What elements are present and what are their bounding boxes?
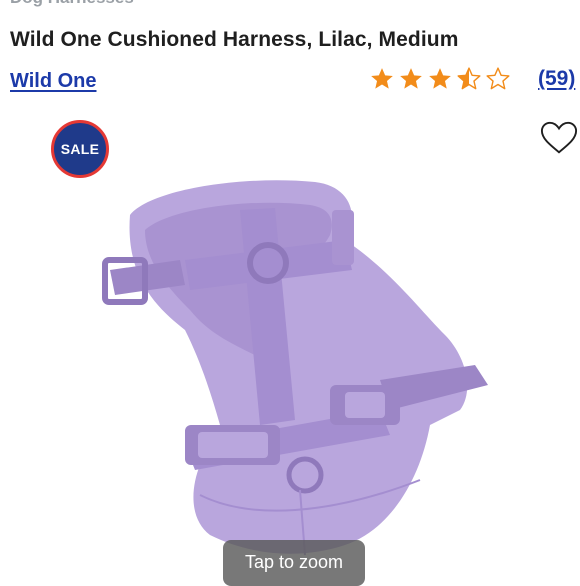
star-full-icon bbox=[400, 68, 422, 89]
heart-outline-icon[interactable] bbox=[540, 120, 578, 156]
star-full-icon bbox=[371, 68, 393, 89]
product-title: Wild One Cushioned Harness, Lilac, Mediu… bbox=[10, 28, 459, 51]
brand-link[interactable]: Wild One bbox=[10, 70, 96, 93]
breadcrumb[interactable]: Dog Harnesses bbox=[10, 0, 134, 8]
star-half-icon bbox=[457, 67, 481, 90]
product-image[interactable] bbox=[90, 160, 500, 580]
star-empty-icon bbox=[486, 67, 510, 90]
review-count-link[interactable]: (59) bbox=[538, 67, 575, 91]
tap-to-zoom-button[interactable]: Tap to zoom bbox=[223, 540, 365, 586]
star-rating bbox=[368, 66, 512, 92]
star-full-icon bbox=[429, 68, 451, 89]
rating[interactable]: (59) bbox=[368, 66, 575, 92]
